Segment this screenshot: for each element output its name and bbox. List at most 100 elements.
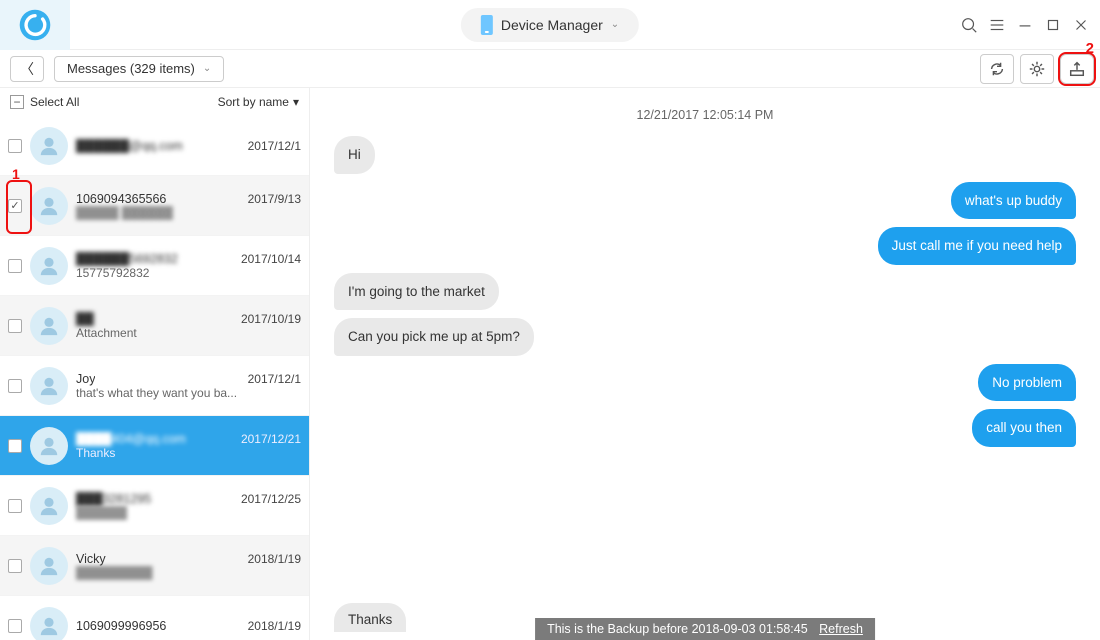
chevron-down-icon: ▾ xyxy=(293,95,299,109)
thread-preview: Thanks xyxy=(76,446,301,460)
chat-scroll[interactable]: 12/21/2017 12:05:14 PM Hi what's up buddy… xyxy=(310,88,1100,640)
thread-item[interactable]: 10690943655662017/9/13█████ ██████ xyxy=(0,176,309,236)
avatar-icon xyxy=(30,487,68,525)
chevron-down-icon: ⌄ xyxy=(611,19,619,30)
avatar-icon xyxy=(30,127,68,165)
message-out: what's up buddy xyxy=(334,182,1076,220)
thread-main: ████404@qq.com 2017/12/21Thanks xyxy=(76,432,301,460)
thread-main: ██ 2017/10/19Attachment xyxy=(76,312,301,340)
collapse-all-button[interactable]: − xyxy=(10,95,24,109)
annotation-1: 1 xyxy=(12,166,20,182)
banner-refresh-link[interactable]: Refresh xyxy=(819,622,863,636)
chat-timestamp: 12/21/2017 12:05:14 PM xyxy=(334,108,1076,122)
device-manager-dropdown[interactable]: Device Manager ⌄ xyxy=(461,8,639,42)
thread-checkbox[interactable] xyxy=(8,379,22,393)
thread-item[interactable]: 1069099996956 2018/1/19 xyxy=(0,596,309,640)
thread-main: ██████5692832 2017/10/1415775792832 xyxy=(76,252,301,280)
thread-name: ███3281295 xyxy=(76,492,151,506)
breadcrumb-dropdown[interactable]: Messages (329 items) ⌄ xyxy=(54,56,224,82)
message-out: No problem xyxy=(334,364,1076,402)
thread-checkbox[interactable] xyxy=(8,139,22,153)
avatar-icon xyxy=(30,547,68,585)
avatar-icon xyxy=(30,427,68,465)
thread-checkbox[interactable] xyxy=(8,619,22,633)
chat-panel: 12/21/2017 12:05:14 PM Hi what's up buddy… xyxy=(310,88,1100,640)
thread-checkbox[interactable] xyxy=(8,499,22,513)
thread-name: 1069094365566 xyxy=(76,192,166,206)
message-out: Just call me if you need help xyxy=(334,227,1076,265)
thread-main: Joy2017/12/1that's what they want you ba… xyxy=(76,372,301,400)
thread-name: Joy xyxy=(76,372,95,386)
message-in: Thanks xyxy=(334,603,406,632)
search-icon[interactable] xyxy=(960,16,978,34)
message-bubble: Hi xyxy=(334,136,375,174)
export-button[interactable] xyxy=(1060,54,1094,84)
thread-name: ██████@qq.com xyxy=(76,139,183,153)
sort-dropdown[interactable]: Sort by name ▾ xyxy=(218,95,299,109)
message-in: Hi xyxy=(334,136,1076,174)
select-all-label[interactable]: Select All xyxy=(30,95,79,109)
thread-main: Vicky 2018/1/19█████████ xyxy=(76,552,301,580)
thread-list-header: − Select All Sort by name ▾ xyxy=(0,88,309,116)
minimize-button[interactable] xyxy=(1016,16,1034,34)
thread-item[interactable]: ██ 2017/10/19Attachment xyxy=(0,296,309,356)
avatar-icon xyxy=(30,187,68,225)
app-logo xyxy=(0,0,70,50)
chevron-down-icon: ⌄ xyxy=(203,63,211,74)
maximize-button[interactable] xyxy=(1044,16,1062,34)
device-label: Device Manager xyxy=(501,17,603,33)
settings-button[interactable] xyxy=(1020,54,1054,84)
thread-preview: ██████ xyxy=(76,506,301,520)
thread-list[interactable]: 1 ██████@qq.com2017/12/11069094365566201… xyxy=(0,116,309,640)
thread-list-panel: − Select All Sort by name ▾ 1 ██████@qq.… xyxy=(0,88,310,640)
message-bubble: Just call me if you need help xyxy=(878,227,1076,265)
thread-preview: Attachment xyxy=(76,326,301,340)
thread-item[interactable]: Joy2017/12/1that's what they want you ba… xyxy=(0,356,309,416)
thread-checkbox[interactable] xyxy=(8,439,22,453)
refresh-button[interactable] xyxy=(980,54,1014,84)
thread-checkbox[interactable] xyxy=(8,559,22,573)
thread-item[interactable]: ██████5692832 2017/10/1415775792832 xyxy=(0,236,309,296)
thread-main: 10690943655662017/9/13█████ ██████ xyxy=(76,192,301,220)
thread-item[interactable]: Vicky 2018/1/19█████████ xyxy=(0,536,309,596)
thread-name: Vicky xyxy=(76,552,106,566)
thread-date: 2017/12/1 xyxy=(248,139,301,153)
thread-name: ████404@qq.com xyxy=(76,432,186,446)
avatar-icon xyxy=(30,607,68,640)
message-bubble: I'm going to the market xyxy=(334,273,499,311)
phone-icon xyxy=(481,15,493,35)
thread-name: ██ xyxy=(76,312,94,326)
message-out: call you then xyxy=(334,409,1076,447)
thread-date: 2017/10/19 xyxy=(241,312,301,326)
thread-checkbox[interactable] xyxy=(8,259,22,273)
message-bubble: Can you pick me up at 5pm? xyxy=(334,318,534,356)
thread-checkbox[interactable] xyxy=(8,319,22,333)
breadcrumb-label: Messages (329 items) xyxy=(67,61,195,76)
thread-name: 1069099996956 xyxy=(76,619,166,633)
message-bubble: Thanks xyxy=(334,603,406,632)
thread-date: 2017/12/1 xyxy=(248,372,301,386)
thread-item[interactable]: ██████@qq.com 2017/12/1 xyxy=(0,116,309,176)
message-in: I'm going to the market xyxy=(334,273,1076,311)
avatar-icon xyxy=(30,367,68,405)
message-bubble: No problem xyxy=(978,364,1076,402)
thread-date: 2018/1/19 xyxy=(248,619,301,633)
thread-date: 2017/10/14 xyxy=(241,252,301,266)
thread-preview: █████████ xyxy=(76,566,301,580)
title-bar: Device Manager ⌄ 2 xyxy=(0,0,1100,50)
thread-preview: 15775792832 xyxy=(76,266,301,280)
backup-banner: This is the Backup before 2018-09-03 01:… xyxy=(535,618,875,640)
thread-date: 2017/12/21 xyxy=(241,432,301,446)
thread-name: ██████5692832 xyxy=(76,252,178,266)
thread-date: 2018/1/19 xyxy=(248,552,301,566)
close-button[interactable] xyxy=(1072,16,1090,34)
thread-checkbox[interactable] xyxy=(8,199,22,213)
menu-icon[interactable] xyxy=(988,16,1006,34)
content: − Select All Sort by name ▾ 1 ██████@qq.… xyxy=(0,88,1100,640)
thread-item[interactable]: ███3281295 2017/12/25██████ xyxy=(0,476,309,536)
thread-item[interactable]: ████404@qq.com 2017/12/21Thanks xyxy=(0,416,309,476)
message-in: Can you pick me up at 5pm? xyxy=(334,318,1076,356)
thread-date: 2017/12/25 xyxy=(241,492,301,506)
thread-main: ███3281295 2017/12/25██████ xyxy=(76,492,301,520)
back-button[interactable]: 〈 xyxy=(10,56,44,82)
